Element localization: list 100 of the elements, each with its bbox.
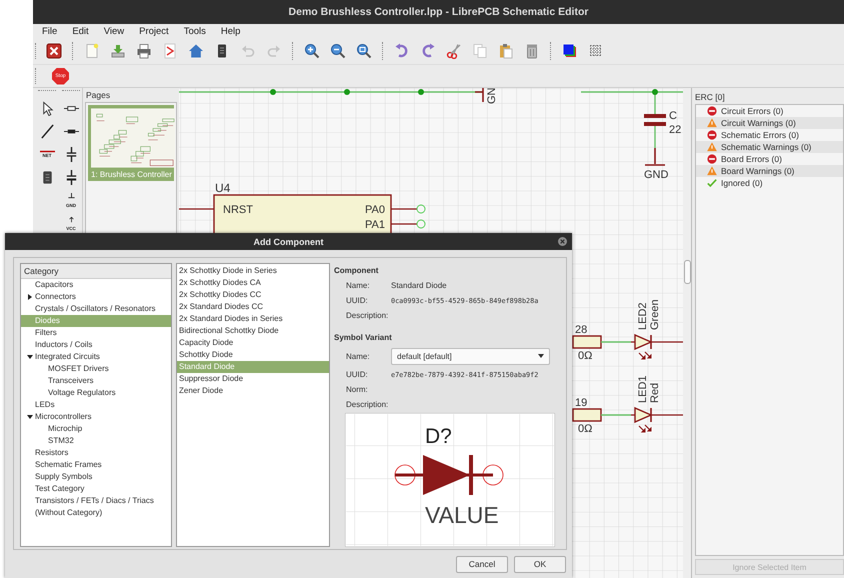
dropdown[interactable]: default [default] <box>391 348 550 364</box>
field-label: Name: <box>346 281 371 290</box>
tree-item[interactable]: Transceivers <box>21 375 171 387</box>
item-label: Circuit Warnings (0) <box>721 118 796 128</box>
component-value: 0Ω <box>578 350 592 362</box>
home-icon[interactable] <box>188 43 204 59</box>
menu-item[interactable]: File <box>39 26 64 36</box>
field-label: Description: <box>346 311 390 320</box>
list-item[interactable]: Schottky Diode <box>177 349 329 361</box>
component-value: 0Ω <box>578 423 592 435</box>
menu-item[interactable]: View <box>100 26 130 36</box>
list-item[interactable]: 2x Standard Diodes CC <box>177 301 329 313</box>
zoom-in-icon[interactable] <box>304 43 320 59</box>
list-item[interactable]: 2x Schottky Diode in Series <box>177 265 329 277</box>
grid-icon[interactable] <box>588 43 604 59</box>
net-label: GND <box>644 169 668 181</box>
list-item[interactable]: 2x Schottky Diodes CC <box>177 289 329 301</box>
panel-title: Pages <box>85 89 112 102</box>
rotate-right-icon[interactable] <box>420 43 436 59</box>
erc-item[interactable]: Circuit Errors (0) <box>696 105 843 117</box>
erc-item[interactable]: Board Warnings (0) <box>696 165 843 177</box>
pin-line <box>179 208 214 210</box>
tree-item[interactable]: Filters <box>21 327 171 339</box>
trash-icon[interactable] <box>524 43 540 59</box>
caret-icon[interactable] <box>27 415 33 419</box>
pin-label: PA1 <box>365 219 385 231</box>
component-value: VALUE <box>425 502 499 528</box>
erc-item[interactable]: Schematic Errors (0) <box>696 129 843 141</box>
item-label: Ignored (0) <box>721 178 763 188</box>
component-label: C <box>669 110 677 122</box>
pdf-icon[interactable] <box>162 43 178 59</box>
led-symbol <box>630 334 683 360</box>
printer-icon[interactable] <box>136 43 152 59</box>
pin <box>391 204 426 214</box>
tree-item[interactable]: Resistors <box>21 447 171 459</box>
paste-icon[interactable] <box>498 43 514 59</box>
field-label: UUID: <box>346 296 369 305</box>
tree-item[interactable]: Integrated Circuits <box>21 351 171 363</box>
pin-label: NRST <box>223 204 253 216</box>
erc-item[interactable]: Schematic Warnings (0) <box>696 141 843 153</box>
list-item[interactable]: Zener Diode <box>177 385 329 397</box>
tree-item[interactable]: Inductors / Coils <box>21 339 171 351</box>
tree-item[interactable]: MOSFET Drivers <box>21 363 171 375</box>
scissors-icon[interactable] <box>446 43 462 59</box>
panel-title: ERC [0] <box>695 91 726 104</box>
erc-item[interactable]: Ignored (0) <box>696 177 843 189</box>
tree-item[interactable]: Crystals / Oscillators / Resonators <box>21 303 171 315</box>
menu-item[interactable]: Tools <box>180 26 212 36</box>
tree-item[interactable]: Connectors <box>21 291 171 303</box>
download-icon[interactable] <box>110 43 126 59</box>
section-heading: Component <box>334 265 380 277</box>
erc-item[interactable]: Board Errors (0) <box>696 153 843 165</box>
item-label: Board Errors (0) <box>721 154 782 164</box>
pin-label: PA0 <box>365 204 385 216</box>
layers-icon[interactable] <box>562 43 578 59</box>
scrollbar[interactable] <box>683 88 691 578</box>
erc-item[interactable]: Circuit Warnings (0) <box>696 117 843 129</box>
tree-item[interactable]: Voltage Regulators <box>21 387 171 399</box>
resistor-symbol <box>572 408 602 422</box>
tree-item[interactable]: Schematic Frames <box>21 459 171 471</box>
item-label: Schematic Warnings (0) <box>721 142 812 152</box>
zoom-out-icon[interactable] <box>330 43 346 59</box>
tree-item[interactable]: STM32 <box>21 435 171 447</box>
wire <box>601 414 631 416</box>
tree-item[interactable]: (Without Category) <box>21 507 171 519</box>
list-item[interactable]: Capacity Diode <box>177 337 329 349</box>
section-heading: Symbol Variant <box>334 332 393 344</box>
tree-item[interactable]: Supply Symbols <box>21 471 171 483</box>
menu-item[interactable]: Project <box>136 26 175 36</box>
tree-item[interactable]: Test Category <box>21 483 171 495</box>
ground-symbol <box>474 88 484 103</box>
list-item[interactable]: Bidirectional Schottky Diode <box>177 325 329 337</box>
list-item[interactable]: 2x Standard Diodes in Series <box>177 313 329 325</box>
tree-item[interactable]: LEDs <box>21 399 171 411</box>
tree-item[interactable]: Microchip <box>21 423 171 435</box>
zoom-fit-icon[interactable] <box>356 43 372 59</box>
rotate-left-icon[interactable] <box>394 43 410 59</box>
list-item[interactable]: Suppressor Diode <box>177 373 329 385</box>
list-item[interactable]: 2x Schottky Diodes CA <box>177 277 329 289</box>
line-icon <box>40 124 54 138</box>
dialog-button[interactable]: Cancel <box>456 556 508 572</box>
dialog-title: Add Component <box>254 236 324 246</box>
caret-icon[interactable] <box>27 355 33 359</box>
led-symbol <box>630 406 683 432</box>
close-icon[interactable] <box>46 43 62 59</box>
dialog-button[interactable]: OK <box>514 556 566 572</box>
menu-item[interactable]: Help <box>218 26 246 36</box>
component-label: D? <box>425 425 452 448</box>
field-label: Norm: <box>346 385 369 394</box>
close-button[interactable] <box>557 236 568 247</box>
capacitor-symbol <box>644 114 666 166</box>
tree-item[interactable]: Transistors / FETs / Diacs / Triacs <box>21 495 171 507</box>
wire <box>601 341 631 343</box>
caret-icon[interactable] <box>28 294 32 300</box>
tree-item[interactable]: Capacitors <box>21 279 171 291</box>
tree-item[interactable]: Microcontrollers <box>21 411 171 423</box>
resistor-symbol <box>572 335 602 349</box>
menu-item[interactable]: Edit <box>69 26 95 36</box>
component-value: 22 <box>669 124 682 136</box>
window-title: Demo Brushless Controller.lpp - LibrePCB Schematic Editor <box>288 6 588 18</box>
